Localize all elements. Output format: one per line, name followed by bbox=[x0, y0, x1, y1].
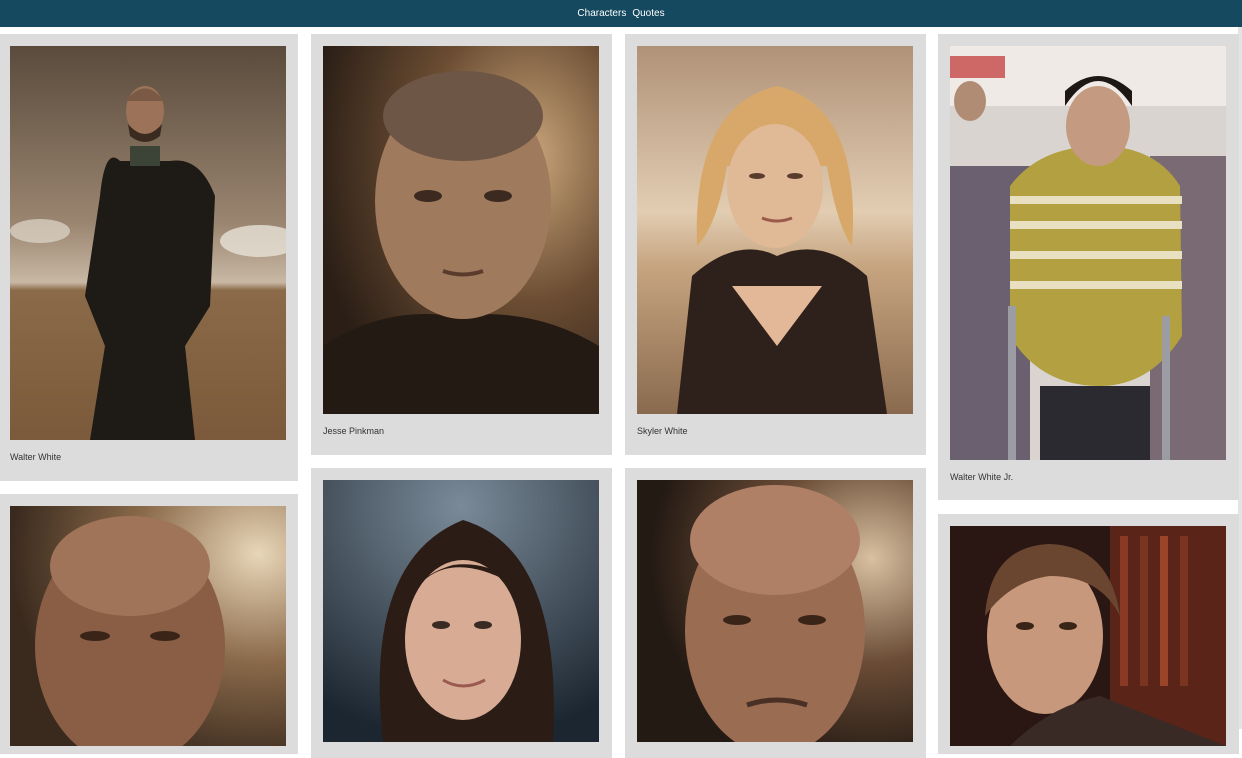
character-photo bbox=[950, 526, 1226, 746]
top-nav-bar: Characters Quotes bbox=[0, 0, 1242, 27]
character-photo bbox=[10, 46, 286, 440]
character-name: Walter White bbox=[10, 452, 62, 462]
character-photo bbox=[637, 46, 913, 414]
character-card[interactable]: Walter White Jr. bbox=[938, 34, 1239, 500]
character-card[interactable] bbox=[938, 514, 1239, 754]
character-name: Walter White Jr. bbox=[950, 472, 1014, 482]
character-photo bbox=[637, 480, 913, 742]
nav-quotes-link[interactable]: Quotes bbox=[632, 8, 664, 19]
character-photo bbox=[323, 46, 599, 414]
character-name: Jesse Pinkman bbox=[323, 426, 385, 436]
character-name: Skyler White bbox=[637, 426, 688, 436]
character-card[interactable]: Skyler White bbox=[625, 34, 926, 455]
nav-characters-link[interactable]: Characters bbox=[577, 8, 626, 19]
character-card[interactable] bbox=[625, 468, 926, 758]
character-photo bbox=[323, 480, 599, 742]
character-card[interactable] bbox=[0, 494, 298, 754]
character-photo bbox=[10, 506, 286, 746]
character-card[interactable] bbox=[311, 468, 612, 758]
character-card[interactable]: Jesse Pinkman bbox=[311, 34, 612, 455]
character-card[interactable]: Walter White bbox=[0, 34, 298, 481]
character-photo bbox=[950, 46, 1226, 460]
